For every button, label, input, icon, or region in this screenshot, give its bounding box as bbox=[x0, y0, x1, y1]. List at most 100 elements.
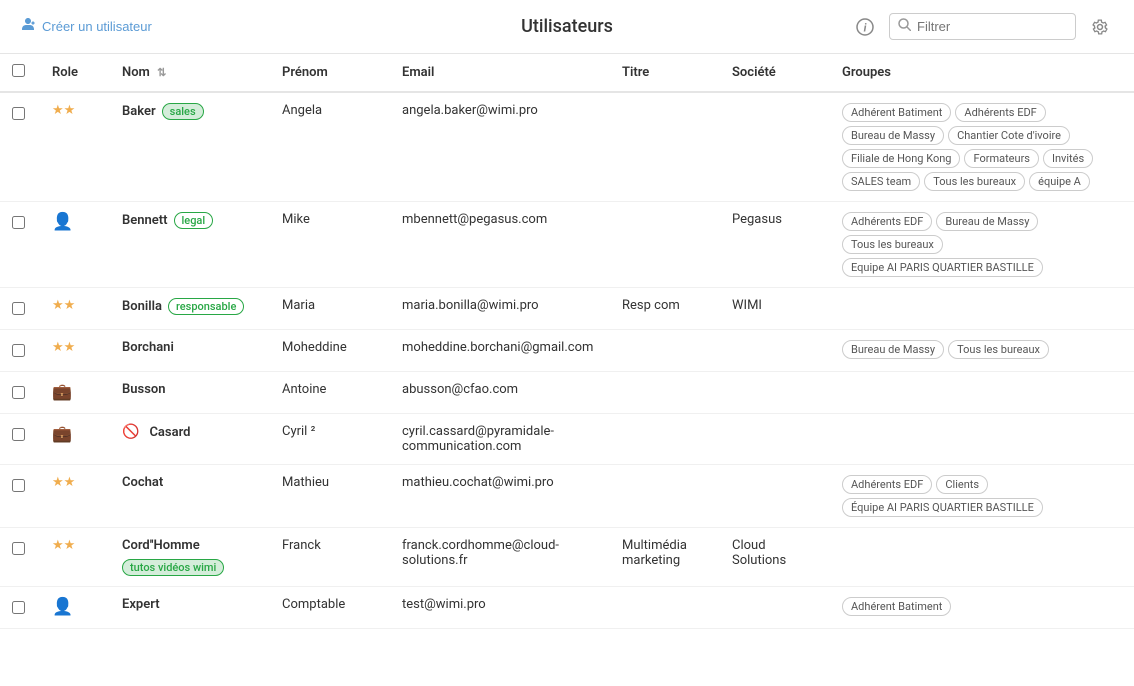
role-cell: ★★ bbox=[40, 288, 110, 330]
user-nom[interactable]: Casard bbox=[149, 425, 190, 440]
prenom-cell: Comptable bbox=[270, 587, 390, 629]
group-tag[interactable]: Équipe AI PARIS QUARTIER BASTILLE bbox=[842, 498, 1043, 517]
societe-cell bbox=[720, 92, 830, 202]
user-nom[interactable]: Expert bbox=[122, 597, 160, 612]
row-checkbox[interactable] bbox=[12, 107, 25, 120]
create-user-button[interactable]: Créer un utilisateur bbox=[20, 17, 152, 36]
table-row: ★★CochatMathieumathieu.cochat@wimi.proAd… bbox=[0, 465, 1134, 528]
row-checkbox[interactable] bbox=[12, 302, 25, 315]
group-tag[interactable]: Clients bbox=[936, 475, 988, 494]
star-icon: ★★ bbox=[52, 340, 75, 355]
briefcase-icon: 💼 bbox=[52, 382, 72, 401]
group-tag[interactable]: Adhérents EDF bbox=[842, 475, 932, 494]
search-container bbox=[889, 13, 1076, 40]
group-tag[interactable]: Tous les bureaux bbox=[948, 340, 1049, 359]
user-nom[interactable]: Bennett bbox=[122, 213, 168, 228]
group-tag[interactable]: Formateurs bbox=[964, 149, 1039, 168]
row-checkbox[interactable] bbox=[12, 542, 25, 555]
group-tag[interactable]: Bureau de Massy bbox=[842, 126, 944, 145]
table-row: ★★BonillaresponsableMariamaria.bonilla@w… bbox=[0, 288, 1134, 330]
group-tag[interactable]: Adhérent Batiment bbox=[842, 597, 951, 616]
titre-cell bbox=[610, 587, 720, 629]
group-tag[interactable]: Bureau de Massy bbox=[936, 212, 1038, 231]
group-tag[interactable]: SALES team bbox=[842, 172, 920, 191]
role-cell: 👤 bbox=[40, 587, 110, 629]
role-cell: ★★ bbox=[40, 528, 110, 587]
search-input[interactable] bbox=[917, 19, 1067, 34]
user-nom[interactable]: Busson bbox=[122, 382, 166, 397]
row-checkbox-cell bbox=[0, 528, 40, 587]
users-table: Role Nom ⇅ Prénom Email Titre Société bbox=[0, 54, 1134, 629]
prenom-cell: Cyril ² bbox=[270, 414, 390, 465]
email-cell: angela.baker@wimi.pro bbox=[390, 92, 610, 202]
group-tag[interactable]: Invités bbox=[1043, 149, 1093, 168]
search-icon bbox=[898, 18, 911, 35]
users-table-container: Role Nom ⇅ Prénom Email Titre Société bbox=[0, 54, 1134, 629]
email-cell: maria.bonilla@wimi.pro bbox=[390, 288, 610, 330]
svg-text:i: i bbox=[864, 21, 867, 34]
groups-cell: Bureau de MassyTous les bureaux bbox=[830, 330, 1134, 372]
titre-cell: Multimédia marketing bbox=[610, 528, 720, 587]
table-row: 👤ExpertComptabletest@wimi.proAdhérent Ba… bbox=[0, 587, 1134, 629]
group-tag[interactable]: Adhérents EDF bbox=[842, 212, 932, 231]
nom-cell: Expert bbox=[110, 587, 270, 629]
role-cell: ★★ bbox=[40, 465, 110, 528]
table-row: ★★BakersalesAngelaangela.baker@wimi.proA… bbox=[0, 92, 1134, 202]
header-societe: Société bbox=[720, 54, 830, 92]
groups-cell bbox=[830, 288, 1134, 330]
group-tag[interactable]: Equipe AI PARIS QUARTIER BASTILLE bbox=[842, 258, 1043, 277]
row-checkbox-cell bbox=[0, 372, 40, 414]
star-icon: ★★ bbox=[52, 475, 75, 490]
user-nom[interactable]: Borchani bbox=[122, 340, 174, 355]
role-cell: 💼 bbox=[40, 372, 110, 414]
row-checkbox-cell bbox=[0, 202, 40, 288]
person-icon: 👤 bbox=[52, 597, 73, 617]
prenom-cell: Franck bbox=[270, 528, 390, 587]
groups-cell bbox=[830, 414, 1134, 465]
prenom-cell: Angela bbox=[270, 92, 390, 202]
group-tag[interactable]: Chantier Cote d'ivoire bbox=[948, 126, 1070, 145]
group-tag[interactable]: Tous les bureaux bbox=[924, 172, 1025, 191]
table-row: 👤BennettlegalMikembennett@pegasus.comPeg… bbox=[0, 202, 1134, 288]
group-tag[interactable]: Adhérents EDF bbox=[955, 103, 1045, 122]
table-row: 💼BussonAntoineabusson@cfao.com bbox=[0, 372, 1134, 414]
header-email: Email bbox=[390, 54, 610, 92]
group-tag[interactable]: équipe A bbox=[1029, 172, 1090, 191]
group-tag[interactable]: Adhérent Batiment bbox=[842, 103, 951, 122]
nom-cell: Borchani bbox=[110, 330, 270, 372]
row-checkbox[interactable] bbox=[12, 479, 25, 492]
group-tag[interactable]: Tous les bureaux bbox=[842, 235, 943, 254]
user-nom[interactable]: Baker bbox=[122, 104, 156, 119]
email-cell: abusson@cfao.com bbox=[390, 372, 610, 414]
create-user-label: Créer un utilisateur bbox=[42, 19, 152, 34]
info-icon[interactable]: i bbox=[851, 13, 879, 41]
user-nom[interactable]: Bonilla bbox=[122, 299, 162, 314]
group-tag[interactable]: Filiale de Hong Kong bbox=[842, 149, 960, 168]
header-nom[interactable]: Nom ⇅ bbox=[110, 54, 270, 92]
user-badge: tutos vidéos wimi bbox=[122, 559, 224, 576]
gear-icon[interactable] bbox=[1086, 13, 1114, 41]
page-title: Utilisateurs bbox=[521, 16, 613, 37]
societe-cell bbox=[720, 372, 830, 414]
row-checkbox[interactable] bbox=[12, 428, 25, 441]
role-cell: 💼 bbox=[40, 414, 110, 465]
nom-cell: Bakersales bbox=[110, 92, 270, 202]
societe-cell bbox=[720, 330, 830, 372]
user-nom[interactable]: Cord''Homme bbox=[122, 538, 200, 553]
row-checkbox-cell bbox=[0, 465, 40, 528]
user-nom[interactable]: Cochat bbox=[122, 475, 163, 490]
row-checkbox[interactable] bbox=[12, 216, 25, 229]
email-cell: mbennett@pegasus.com bbox=[390, 202, 610, 288]
header-titre: Titre bbox=[610, 54, 720, 92]
group-tag[interactable]: Bureau de Massy bbox=[842, 340, 944, 359]
star-icon: ★★ bbox=[52, 538, 75, 553]
row-checkbox[interactable] bbox=[12, 386, 25, 399]
prenom-cell: Mike bbox=[270, 202, 390, 288]
select-all-checkbox[interactable] bbox=[12, 64, 25, 77]
groups-cell: Adhérents EDFClients Équipe AI PARIS QUAR… bbox=[830, 465, 1134, 528]
table-row: ★★Cord''Hommetutos vidéos wimiFranckfran… bbox=[0, 528, 1134, 587]
titre-cell bbox=[610, 92, 720, 202]
row-checkbox[interactable] bbox=[12, 344, 25, 357]
societe-cell bbox=[720, 465, 830, 528]
row-checkbox[interactable] bbox=[12, 601, 25, 614]
